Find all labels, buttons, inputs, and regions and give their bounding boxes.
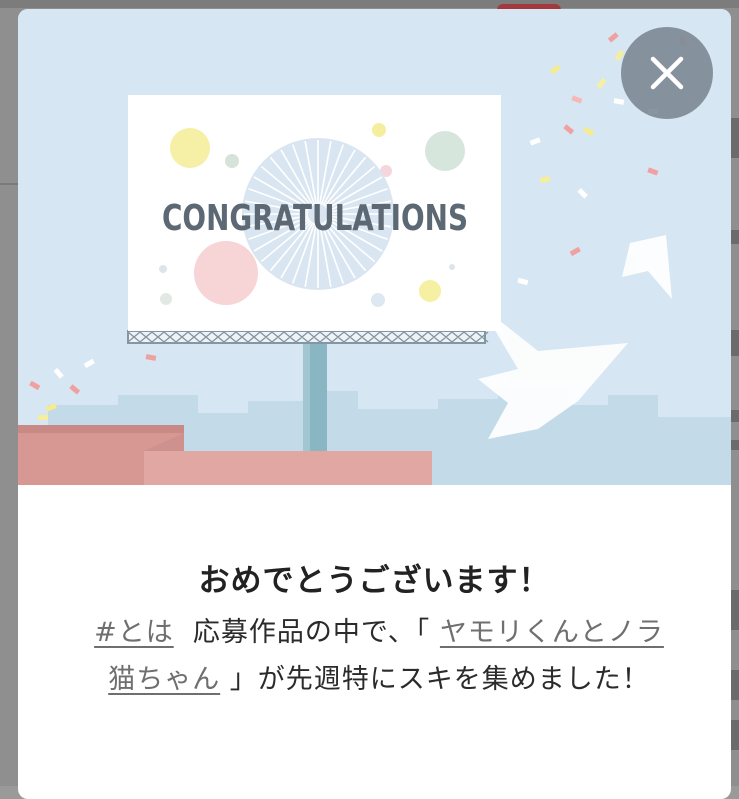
background-divider xyxy=(0,183,18,185)
background-header xyxy=(0,0,739,8)
message-text-2: 」が先週特にスキを集めました！ xyxy=(229,664,650,695)
close-icon xyxy=(650,56,684,90)
background-content-edge xyxy=(730,110,739,786)
modal-message: #とは 応募作品の中で、「 ヤモリくんとノラ猫ちゃん 」が先週特にスキを集めまし… xyxy=(84,609,674,703)
modal-title: おめでとうございます！ xyxy=(198,563,551,599)
message-text-1: 応募作品の中で、「 xyxy=(192,617,431,648)
congratulations-modal: CONGRATULATIONS おめでとうございます！ #とは 応募作品の中で、… xyxy=(18,9,731,799)
billboard-truss xyxy=(127,330,489,344)
billboard-text: CONGRATULATIONS xyxy=(162,198,468,239)
close-button[interactable] xyxy=(621,27,713,119)
hashtag-link[interactable]: #とは xyxy=(94,617,174,648)
